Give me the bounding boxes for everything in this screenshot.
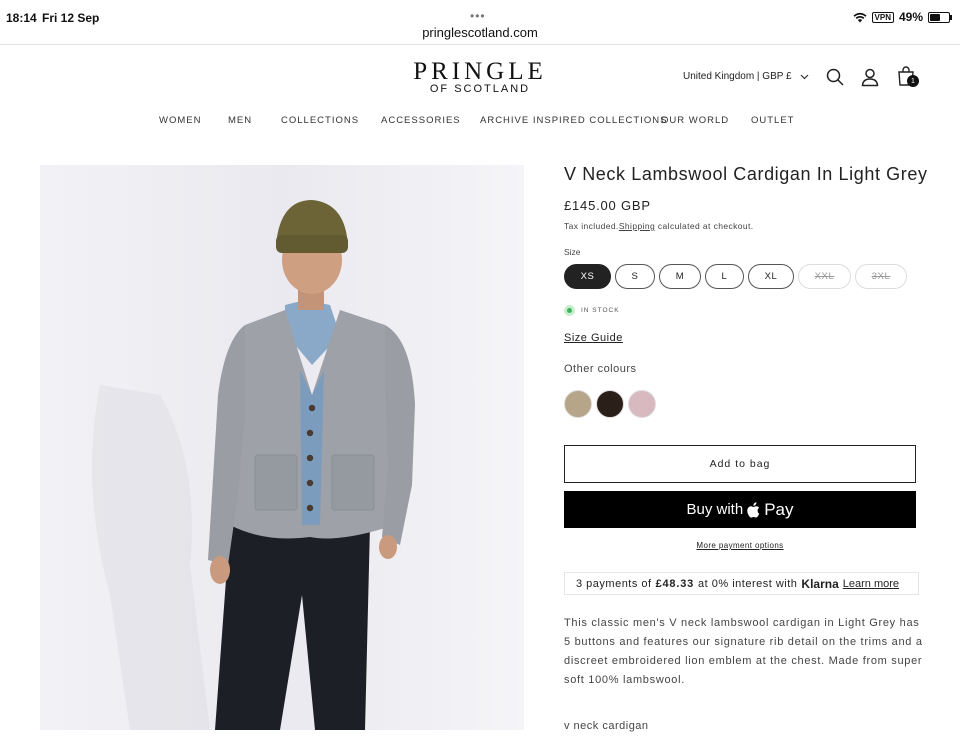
klarna-prefix: 3 payments of xyxy=(576,577,652,590)
buy-with-label: Buy with xyxy=(686,501,744,518)
size-option-xxl[interactable]: XXL xyxy=(798,264,851,289)
nav-archive-inspired[interactable]: ARCHIVE INSPIRED COLLECTIONS xyxy=(480,115,667,126)
size-option-s[interactable]: S xyxy=(615,264,655,289)
status-time: 18:14 xyxy=(6,11,37,25)
tax-suffix: calculated at checkout. xyxy=(655,221,754,231)
nav-outlet[interactable]: OUTLET xyxy=(751,115,794,126)
model-photo xyxy=(40,165,524,730)
nav-accessories[interactable]: ACCESSORIES xyxy=(381,115,461,126)
klarna-middle: at 0% interest with xyxy=(698,577,798,590)
klarna-logo: Klarna xyxy=(801,576,839,591)
shipping-link[interactable]: Shipping xyxy=(619,221,655,231)
add-to-bag-button[interactable]: Add to bag xyxy=(564,445,916,483)
colour-swatch-camel[interactable] xyxy=(564,390,592,418)
status-date: Fri 12 Sep xyxy=(42,11,100,25)
cart-count-badge: 1 xyxy=(907,75,919,87)
product-price: £145.00 GBP xyxy=(564,198,651,213)
brand-logo[interactable]: PRINGLE OF SCOTLAND xyxy=(390,58,570,96)
product-image[interactable] xyxy=(40,165,524,730)
size-guide-link[interactable]: Size Guide xyxy=(564,332,623,344)
colour-swatch-pink[interactable] xyxy=(628,390,656,418)
more-payment-options-link[interactable]: More payment options xyxy=(564,541,916,550)
nav-men[interactable]: MEN xyxy=(228,115,252,126)
size-option-l[interactable]: L xyxy=(705,264,744,289)
account-icon[interactable] xyxy=(860,67,880,87)
size-option-xs[interactable]: XS xyxy=(564,264,611,289)
tax-note: Tax included.Shipping calculated at chec… xyxy=(564,221,754,231)
nav-our-world[interactable]: OUR WORLD xyxy=(661,115,729,126)
product-title: V Neck Lambswool Cardigan In Light Grey xyxy=(564,164,928,184)
battery-icon xyxy=(928,11,952,23)
size-option-m[interactable]: M xyxy=(659,264,701,289)
klarna-learn-more-link[interactable]: Learn more xyxy=(843,578,899,590)
stock-label: IN STOCK xyxy=(581,307,620,314)
nav-women[interactable]: WOMEN xyxy=(159,115,201,126)
klarna-amount: £48.33 xyxy=(655,577,695,590)
stock-dot-icon xyxy=(564,305,575,316)
colour-swatch-brown[interactable] xyxy=(596,390,624,418)
chevron-down-icon xyxy=(800,74,809,79)
cart-button[interactable]: 1 xyxy=(896,65,922,91)
status-right: VPN 49% xyxy=(853,10,952,24)
stock-status: IN STOCK xyxy=(564,305,620,316)
other-colours-label: Other colours xyxy=(564,363,637,375)
wifi-icon xyxy=(853,12,867,22)
logo-wordmark: PRINGLE xyxy=(413,58,547,85)
apple-icon xyxy=(747,501,760,518)
apple-pay-label: Pay xyxy=(764,499,794,519)
status-bar: 18:14 Fri 12 Sep ••• pringlescotland.com… xyxy=(0,0,960,45)
klarna-banner: 3 payments of £48.33 at 0% interest with… xyxy=(564,572,919,595)
size-label: Size xyxy=(564,247,581,257)
more-dots-icon[interactable]: ••• xyxy=(470,9,486,23)
product-description: This classic men's V neck lambswool card… xyxy=(564,617,923,686)
nav-collections[interactable]: COLLECTIONS xyxy=(281,115,359,126)
region-label: United Kingdom | GBP £ xyxy=(683,71,792,82)
main-nav: WOMEN MEN COLLECTIONS ACCESSORIES ARCHIV… xyxy=(0,115,960,135)
search-icon[interactable] xyxy=(825,67,845,87)
product-tagline: v neck cardigan xyxy=(564,720,649,732)
battery-percent: 49% xyxy=(898,10,923,24)
address-bar-url[interactable]: pringlescotland.com xyxy=(0,25,960,40)
site-header: PRINGLE OF SCOTLAND United Kingdom | GBP… xyxy=(0,45,960,145)
region-selector[interactable]: United Kingdom | GBP £ xyxy=(683,71,809,82)
size-option-3xl[interactable]: 3XL xyxy=(855,264,907,289)
tax-prefix: Tax included. xyxy=(564,221,619,231)
size-option-xl[interactable]: XL xyxy=(748,264,794,289)
vpn-badge: VPN xyxy=(871,11,894,23)
apple-pay-button[interactable]: Buy with Pay xyxy=(564,491,916,528)
